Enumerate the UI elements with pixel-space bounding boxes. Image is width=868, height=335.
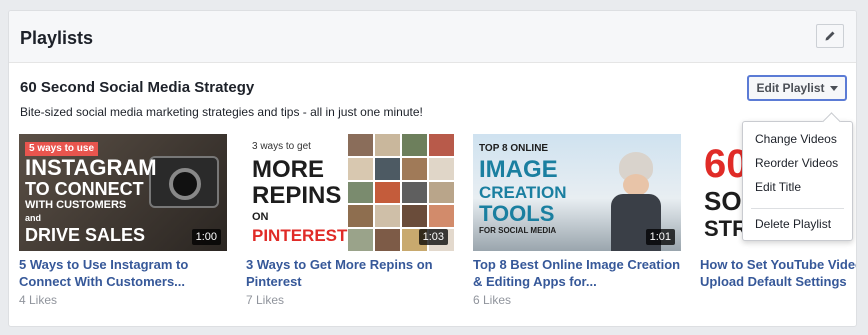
playlist-description: Bite-sized social media marketing strate… (20, 105, 423, 119)
pencil-icon (825, 31, 835, 41)
panel-header: Playlists (9, 11, 856, 63)
video-title-link[interactable]: Top 8 Best Online Image Creation & Editi… (473, 256, 681, 290)
thumb-line: PINTEREST (252, 226, 348, 245)
edit-playlist-button[interactable]: Edit Playlist (747, 75, 847, 101)
menu-item-reorder-videos[interactable]: Reorder Videos (755, 156, 838, 170)
thumb-line: TOP 8 ONLINE (479, 143, 549, 154)
duration-badge: 1:01 (645, 229, 675, 245)
video-title-link[interactable]: How to Set YouTube Video Upload Default … (700, 256, 856, 290)
thumb-line: WITH CUSTOMERS (25, 199, 127, 211)
video-card[interactable]: 3 ways to get MORE REPINS ON PINTEREST 1… (246, 134, 454, 307)
video-list: 5 ways to use INSTAGRAM TO CONNECT WITH … (19, 134, 856, 326)
video-likes: 6 Likes (473, 293, 512, 307)
edit-playlist-label: Edit Playlist (756, 81, 825, 95)
duration-badge: 1:00 (191, 229, 221, 245)
thumb-line: TO CONNECT (25, 179, 144, 199)
playlists-panel: Playlists 60 Second Social Media Strateg… (8, 10, 857, 327)
menu-item-delete-playlist[interactable]: Delete Playlist (755, 217, 831, 231)
video-title-link[interactable]: 3 Ways to Get More Repins on Pinterest (246, 256, 454, 290)
section-title: Playlists (20, 28, 94, 48)
thumb-line: FOR SOCIAL MEDIA (479, 226, 557, 235)
video-likes: 4 Likes (19, 293, 58, 307)
thumb-line: DRIVE SALES (25, 225, 146, 245)
thumb-line: INSTAGRAM (25, 155, 157, 180)
menu-divider (751, 208, 844, 209)
video-card[interactable]: 5 ways to use INSTAGRAM TO CONNECT WITH … (19, 134, 227, 307)
video-thumbnail[interactable]: TOP 8 ONLINE IMAGE CREATION TOOLS FOR SO… (473, 134, 681, 251)
video-title-link[interactable]: 5 Ways to Use Instagram to Connect With … (19, 256, 227, 290)
video-thumbnail[interactable]: 3 ways to get MORE REPINS ON PINTEREST 1… (246, 134, 454, 251)
menu-item-change-videos[interactable]: Change Videos (755, 132, 837, 146)
thumb-line: MORE (252, 156, 324, 183)
video-likes: 7 Likes (246, 293, 285, 307)
video-thumbnail[interactable]: 5 ways to use INSTAGRAM TO CONNECT WITH … (19, 134, 227, 251)
thumb-line: CREATION (479, 183, 567, 202)
thumb-line: ON (252, 211, 269, 223)
edit-section-button[interactable] (816, 24, 844, 48)
caret-down-icon (829, 86, 838, 91)
video-card[interactable]: TOP 8 ONLINE IMAGE CREATION TOOLS FOR SO… (473, 134, 681, 307)
menu-item-edit-title[interactable]: Edit Title (755, 180, 801, 194)
duration-badge: 1:03 (418, 229, 448, 245)
thumb-line: REPINS (252, 182, 342, 209)
playlist-title: 60 Second Social Media Strategy (20, 79, 255, 96)
thumb-line: IMAGE (479, 156, 558, 183)
edit-playlist-menu: Change Videos Reorder Videos Edit Title … (742, 121, 853, 241)
thumb-line: TOOLS (479, 201, 555, 226)
thumb-tag: 5 ways to use (25, 142, 99, 156)
camera-graphic (149, 156, 219, 208)
thumb-line: and (25, 213, 42, 223)
thumb-line: 3 ways to get (252, 141, 311, 152)
